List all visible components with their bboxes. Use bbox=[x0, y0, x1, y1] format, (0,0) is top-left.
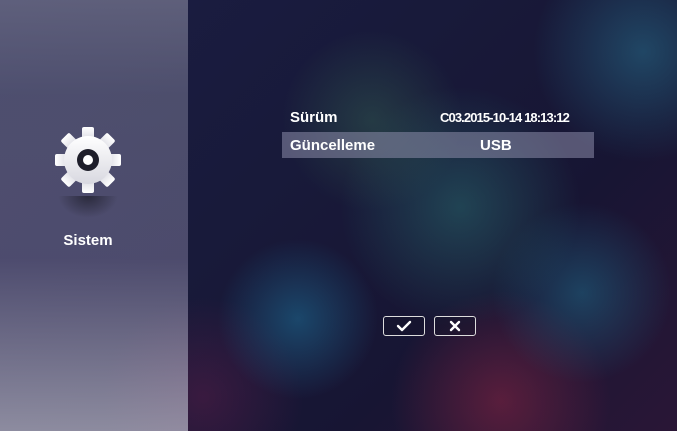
gear-reflection bbox=[58, 196, 118, 218]
x-icon bbox=[449, 320, 461, 332]
update-value: USB bbox=[480, 136, 512, 154]
update-label: Güncelleme bbox=[290, 136, 376, 154]
gear-icon bbox=[52, 124, 124, 196]
version-label: Sürüm bbox=[290, 108, 338, 126]
version-row: Sürüm C03.2015-10-14 18:13:12 bbox=[290, 104, 594, 130]
cancel-button[interactable] bbox=[434, 316, 476, 336]
confirm-button[interactable] bbox=[383, 316, 425, 336]
version-value: C03.2015-10-14 18:13:12 bbox=[440, 109, 570, 125]
checkmark-icon bbox=[396, 320, 412, 332]
sidebar: Sistem bbox=[0, 0, 188, 431]
sidebar-section-label: Sistem bbox=[63, 232, 113, 249]
update-row[interactable]: Güncelleme USB bbox=[282, 132, 594, 158]
